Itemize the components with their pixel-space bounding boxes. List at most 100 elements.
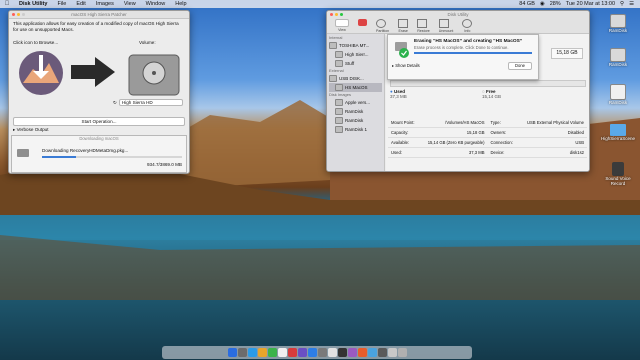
free-legend: ○ Free 15,14 GB (482, 89, 501, 99)
menu-window[interactable]: Window (141, 1, 171, 7)
desktop-icon-ramdisk-3[interactable]: RamDisk (598, 84, 638, 105)
trash-icon[interactable] (397, 348, 407, 357)
zoom-button[interactable] (22, 13, 25, 16)
done-button[interactable]: Done (508, 62, 532, 70)
toolbar-erase-label: Erase (398, 29, 408, 33)
system-preferences-icon[interactable] (317, 348, 327, 357)
desktop-icon-highsierrascene[interactable]: HighSierraScene (598, 124, 638, 141)
volume-label: Volume: (139, 40, 156, 45)
sidebar-item-ramdisk-1[interactable]: RamDisk 1 (329, 125, 382, 134)
volume-icon (335, 84, 343, 91)
toolbar-info-button[interactable]: Info (462, 19, 473, 35)
verbose-output-toggle[interactable]: ▸ Verbose Output (13, 127, 49, 133)
launchpad-icon[interactable] (237, 348, 247, 357)
table-row: Available: 15,14 GB (Zero KB purgeable) (388, 137, 488, 148)
activity-monitor-icon[interactable] (377, 348, 387, 357)
download-sheet: Downloading macOS Downloading RecoveryHD… (11, 135, 187, 173)
sidebar-item-high-sierra[interactable]: High Sierr... (329, 50, 382, 59)
sidebar-item-usb-disk[interactable]: USB DISK... (329, 74, 382, 83)
toolbar-unmount-label: Unmount (438, 29, 454, 33)
toolbar-view-button[interactable]: View (335, 19, 349, 35)
messages-icon[interactable] (267, 348, 277, 357)
show-details-toggle[interactable]: ▸ Show Details (392, 63, 420, 68)
sidebar-item-ramdisk-2[interactable]: RamDisk (329, 116, 382, 125)
clock[interactable]: Tue 20 Mar at 13:00 (566, 1, 615, 7)
refresh-icon[interactable]: ↻ (113, 100, 117, 106)
start-operation-button[interactable]: Start Operation... (13, 117, 185, 126)
terminal-icon[interactable] (337, 348, 347, 357)
info-key: Mount Point: (388, 118, 420, 128)
capacity-badge: 15,18 GB (551, 48, 583, 59)
preview-icon[interactable] (367, 348, 377, 357)
disk-icon (329, 75, 337, 82)
search-icon[interactable]: ⚲ (620, 1, 624, 7)
patcher-titlebar[interactable]: macOS High Sierra Patcher (9, 11, 189, 19)
music-icon[interactable] (287, 348, 297, 357)
disk-utility-toolbar: Disk Utility View Partition Erase Restor… (327, 11, 589, 34)
patcher-window: macOS High Sierra Patcher This applicati… (8, 10, 190, 174)
toolbar-restore-button[interactable]: Restore (417, 19, 430, 35)
menu-app-name[interactable]: Disk Utility (14, 1, 52, 7)
table-row: Used: 37,3 MB (388, 147, 488, 158)
info-key: Used: (388, 147, 420, 158)
partition-icon (376, 19, 386, 28)
apple-icon[interactable]:  (0, 1, 14, 7)
info-value: disk1s2 (518, 147, 587, 158)
sidebar-item-hs-macos[interactable]: HS MacOS (329, 83, 382, 92)
menu-file[interactable]: File (52, 1, 71, 7)
toolbar-view-label: View (338, 28, 346, 32)
toolbar-firstaid-button[interactable] (358, 19, 367, 35)
sidebar-item-toshiba[interactable]: TOSHIBA MT... (329, 41, 382, 50)
info-value: 15,14 GB (Zero KB purgeable) (419, 137, 488, 148)
safari-icon[interactable] (247, 348, 257, 357)
verbose-label: Verbose Output (16, 127, 49, 132)
firefox-icon[interactable] (357, 348, 367, 357)
volume-drive-icon[interactable] (127, 49, 181, 99)
sidebar-item-stuff[interactable]: Stuff (329, 59, 382, 68)
toolbar-unmount-button[interactable]: Unmount (438, 19, 454, 35)
toolbar-erase-button[interactable]: Erase (398, 19, 409, 35)
close-button[interactable] (12, 13, 15, 16)
erase-progress-bar (414, 52, 532, 54)
notification-center-icon[interactable]: ☰ (629, 1, 634, 7)
disk-space-status[interactable]: 84 GB (519, 1, 535, 7)
finder-icon[interactable] (227, 348, 237, 357)
menu-images[interactable]: Images (91, 1, 119, 7)
toolbar-partition-button[interactable]: Partition (376, 19, 389, 35)
used-legend: ● Used 37,3 MB (390, 89, 407, 99)
menu-help[interactable]: Help (170, 1, 191, 7)
podcasts-icon[interactable] (297, 348, 307, 357)
menu-edit[interactable]: Edit (71, 1, 90, 7)
disk-image-icon (335, 108, 343, 115)
desktop-icon-ramdisk-2[interactable]: RamDisk (598, 48, 638, 67)
battery-status[interactable]: 28% (550, 1, 561, 7)
wifi-icon[interactable]: ◉ (540, 1, 545, 7)
desktop-icon-ramdisk[interactable]: RamDisk (598, 14, 638, 33)
sidebar-item-label: USB DISK... (339, 76, 364, 81)
photos-icon[interactable] (257, 348, 267, 357)
toolbar-partition-label: Partition (376, 29, 390, 33)
volume-select[interactable]: High Sierra HD (118, 99, 183, 106)
info-value: Disabled (518, 127, 587, 138)
disk-image-icon (335, 126, 343, 133)
menu-view[interactable]: View (119, 1, 141, 7)
free-value: 15,14 GB (482, 94, 502, 99)
erase-complete-icon (395, 42, 409, 58)
downloads-stack-icon[interactable] (387, 348, 397, 357)
patcher-app-icon[interactable] (347, 348, 357, 357)
volume-selector[interactable]: ↻ High Sierra HD (113, 99, 183, 106)
calendar-icon[interactable] (277, 348, 287, 357)
sidebar-item-apple[interactable]: Apple vers... (329, 98, 382, 107)
app-store-icon[interactable] (307, 348, 317, 357)
audio-file-icon (612, 162, 624, 176)
desktop-icon-sound-voice-record[interactable]: Sound Voice Record (598, 162, 638, 186)
info-value: 37,3 MB (419, 147, 488, 158)
erase-sheet: Erasing “HS MacOS” and creating “HS MacO… (387, 34, 539, 80)
erase-sheet-title: Erasing “HS MacOS” and creating “HS MacO… (414, 39, 523, 44)
status-area: 84 GB ◉ 28% Tue 20 Mar at 13:00 ⚲ ☰ (519, 1, 640, 7)
high-sierra-installer-icon[interactable] (17, 49, 65, 97)
first-aid-icon (358, 19, 367, 26)
minimize-button[interactable] (17, 13, 20, 16)
disk-utility-icon[interactable] (327, 348, 337, 357)
sidebar-item-ramdisk[interactable]: RamDisk (329, 107, 382, 116)
